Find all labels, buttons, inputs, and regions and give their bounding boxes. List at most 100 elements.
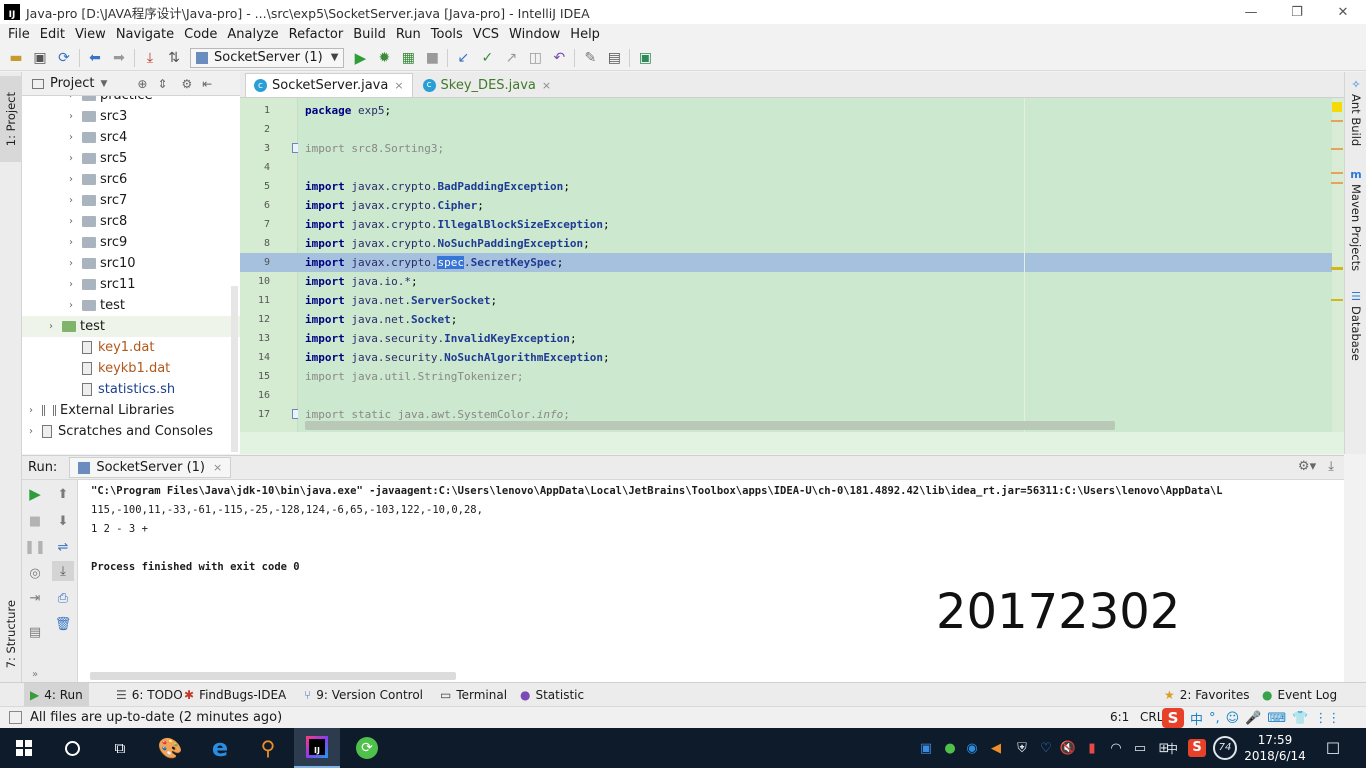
tree-item[interactable]: › src6	[22, 169, 240, 190]
vcs-history-icon[interactable]: ◫	[523, 47, 547, 69]
down-arrow-icon[interactable]: ⬇	[52, 511, 74, 531]
volume-muted-icon[interactable]: 🔇	[1058, 728, 1078, 768]
tree-item[interactable]: › src8	[22, 211, 240, 232]
tray-red-icon[interactable]: ▮	[1082, 728, 1102, 768]
tool-tab-star[interactable]: ★ 2: Favorites	[1158, 683, 1255, 707]
layout-icon[interactable]: ▤	[24, 622, 46, 642]
menu-navigate[interactable]: Navigate	[111, 27, 179, 42]
tree-item[interactable]: › src5	[22, 148, 240, 169]
make-icon[interactable]: ⤓	[138, 47, 162, 69]
build-icon[interactable]: ⇅	[162, 47, 186, 69]
editor-horizontal-scrollbar[interactable]	[305, 421, 1115, 430]
scroll-from-source-icon[interactable]: ⊕	[137, 77, 147, 91]
open-icon[interactable]: ▬	[4, 47, 28, 69]
expand-arrow-icon[interactable]: ›	[64, 300, 78, 311]
menu-view[interactable]: View	[70, 27, 111, 42]
code-line[interactable]: import javax.crypto.spec.SecretKeySpec;	[298, 253, 1332, 272]
close-window-button[interactable]: ✕	[1320, 0, 1366, 24]
notification-icon[interactable]: ☐	[1320, 728, 1346, 768]
maven-projects-tab[interactable]: m Maven Projects	[1345, 168, 1366, 271]
debug-icon[interactable]: ✹	[372, 47, 396, 69]
search-icon[interactable]	[48, 728, 96, 768]
system-clock[interactable]: 17:59 2018/6/14	[1240, 732, 1310, 764]
gear-icon[interactable]: ⚙	[182, 77, 193, 91]
tool-tab-run[interactable]: ▶ 4: Run	[24, 683, 89, 707]
tree-item[interactable]: › practice	[22, 96, 240, 106]
tool-tab-vcs[interactable]: ⑂ 9: Version Control	[298, 683, 429, 707]
project-tool-tab[interactable]: 1: Project	[0, 76, 22, 162]
code-line[interactable]: package exp5;	[298, 101, 1332, 120]
menu-analyze[interactable]: Analyze	[222, 27, 283, 42]
soft-wrap-icon[interactable]: ⇌	[52, 537, 74, 557]
battery-badge[interactable]: 74	[1212, 728, 1238, 768]
code-line[interactable]: import src8.Sorting3;	[298, 139, 1332, 158]
tool-tab-event-log[interactable]: ● Event Log	[1256, 683, 1343, 707]
save-icon[interactable]: ▣	[28, 47, 52, 69]
minimize-button[interactable]: —	[1228, 0, 1274, 24]
ime-emoji-icon[interactable]: ☺	[1226, 711, 1240, 726]
menu-edit[interactable]: Edit	[35, 27, 70, 42]
clear-all-icon[interactable]: 🗑	[52, 614, 74, 634]
restore-button[interactable]: ❐	[1274, 0, 1320, 24]
shield-icon[interactable]: ⛨	[1012, 728, 1032, 768]
expand-arrow-icon[interactable]: ›	[64, 237, 78, 248]
close-tab-icon[interactable]: ×	[394, 79, 403, 92]
tree-item[interactable]: › test	[22, 295, 240, 316]
menu-build[interactable]: Build	[348, 27, 391, 42]
code-line[interactable]: import java.net.Socket;	[298, 310, 1332, 329]
expand-arrow-icon[interactable]: ›	[24, 426, 38, 437]
more-icon[interactable]: »	[24, 664, 46, 684]
line-separator[interactable]: CRL	[1140, 710, 1163, 724]
expand-arrow-icon[interactable]: ›	[64, 96, 78, 101]
windows-start-icon[interactable]	[0, 728, 48, 768]
tree-item[interactable]: key1.dat	[22, 337, 240, 358]
menu-vcs[interactable]: VCS	[468, 27, 504, 42]
tree-item[interactable]: › src7	[22, 190, 240, 211]
menu-tools[interactable]: Tools	[426, 27, 468, 42]
language-indicator[interactable]: 中	[1160, 728, 1184, 768]
battery-icon[interactable]: ▭	[1130, 728, 1150, 768]
stripe-mark[interactable]	[1331, 120, 1343, 122]
tray-orange-icon[interactable]: ◀	[986, 728, 1006, 768]
vcs-update-icon[interactable]: ↙	[451, 47, 475, 69]
tree-item[interactable]: › test	[22, 316, 240, 337]
tool-tab-bug[interactable]: ✱ FindBugs-IDEA	[178, 683, 292, 707]
run-icon[interactable]: ▶	[348, 47, 372, 69]
intellij-icon[interactable]: IJ	[294, 728, 340, 768]
code-line[interactable]	[298, 158, 1332, 177]
menu-refactor[interactable]: Refactor	[284, 27, 349, 42]
close-tab-icon[interactable]: ×	[213, 461, 222, 474]
green-app-icon[interactable]: ⟳	[344, 728, 390, 768]
rerun-icon[interactable]: ▶	[24, 484, 46, 504]
stripe-mark[interactable]	[1331, 172, 1343, 174]
expand-arrow-icon[interactable]: ›	[64, 258, 78, 269]
sync-icon[interactable]: ⟳	[52, 47, 76, 69]
tool-tab-statistic[interactable]: ● Statistic	[514, 683, 590, 707]
pause-icon[interactable]: ❚❚	[24, 537, 46, 557]
expand-arrow-icon[interactable]: ›	[64, 279, 78, 290]
ant-build-tab[interactable]: ✧ Ant Build	[1345, 78, 1366, 146]
code-line[interactable]	[298, 120, 1332, 139]
project-view-select[interactable]: Project	[50, 76, 94, 91]
tool-tab-todo[interactable]: ☰ 6: TODO	[110, 683, 189, 707]
menu-run[interactable]: Run	[391, 27, 426, 42]
stripe-mark[interactable]	[1331, 299, 1343, 301]
ime-toolbox-icon[interactable]: ⋮⋮	[1314, 711, 1340, 726]
stop-icon[interactable]: ■	[420, 47, 444, 69]
expand-arrow-icon[interactable]: ›	[44, 321, 58, 332]
inspection-status-icon[interactable]	[1332, 102, 1342, 112]
print-icon[interactable]: ⎙	[52, 588, 74, 608]
collapse-all-icon[interactable]: ⇕	[157, 77, 167, 91]
expand-arrow-icon[interactable]: ›	[64, 174, 78, 185]
stripe-mark[interactable]	[1331, 182, 1343, 184]
ime-keyboard-icon[interactable]: ⌨	[1267, 711, 1286, 726]
expand-arrow-icon[interactable]: ›	[64, 153, 78, 164]
vcs-commit-icon[interactable]: ✓	[475, 47, 499, 69]
tree-item[interactable]: statistics.sh	[22, 379, 240, 400]
expand-arrow-icon[interactable]: ›	[24, 405, 38, 416]
scroll-to-end-icon[interactable]: ⤓	[52, 561, 74, 581]
tree-item[interactable]: › src10	[22, 253, 240, 274]
edge-icon[interactable]: e	[196, 728, 244, 768]
vcs-compare-icon[interactable]: ↗	[499, 47, 523, 69]
caret-position[interactable]: 6:1	[1110, 710, 1129, 724]
